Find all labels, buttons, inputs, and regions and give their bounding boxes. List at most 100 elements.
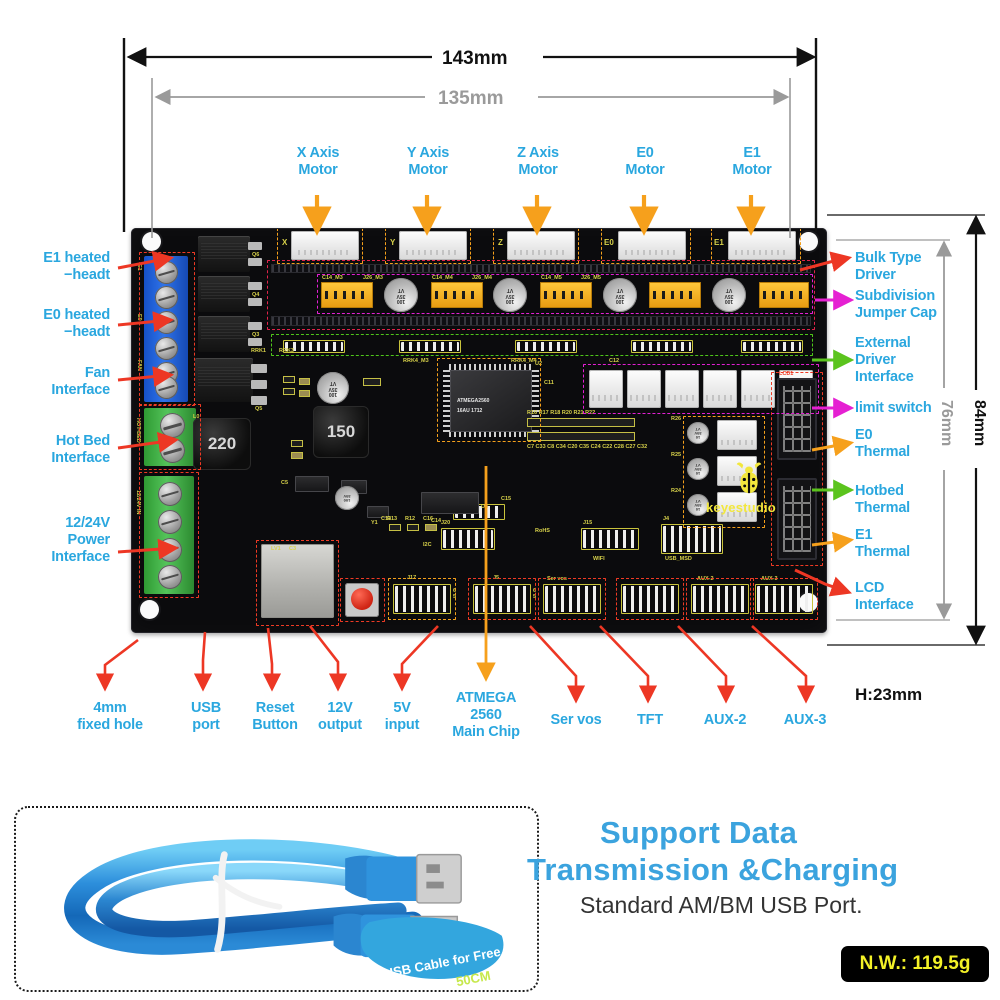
highlight-external-driver (271, 334, 813, 356)
net-weight-badge: N.W.: 119.5g (841, 946, 989, 982)
jumper-cap-y[interactable] (431, 282, 483, 308)
lcd-idc-connector-2 (777, 478, 817, 560)
external-driver-header-3 (515, 340, 577, 353)
mosfet-pad (248, 298, 262, 306)
keyestudio-wordmark: keyestudio (706, 500, 776, 515)
silk-5v: 65 (533, 588, 537, 600)
silk-r12: R12 (405, 516, 416, 522)
silk-r25: R25 (671, 452, 682, 458)
label-bulk-type-driver: Bulk Type Driver (855, 250, 922, 284)
silk-motor-y: Y (390, 238, 396, 247)
label-e0-motor: E0 Motor (625, 145, 665, 179)
label-5v-input: 5V input (384, 700, 420, 734)
soic-chip-small (341, 480, 367, 494)
smd-resistor-row (527, 418, 635, 427)
highlight-motor-y (385, 228, 471, 264)
silk-l0: L0 (193, 414, 200, 420)
terminal-screw (155, 261, 178, 284)
limit-switch-conn-2 (627, 370, 661, 408)
header-j15-wifi[interactable] (581, 528, 639, 550)
thermistor-conn-e1 (717, 492, 757, 522)
highlight-motor-e1 (711, 228, 801, 264)
silk-j4: J4 (663, 516, 670, 522)
highlight-jumper-caps (317, 274, 813, 314)
mosfet-pad (248, 242, 262, 250)
label-fixed-hole: 4mm fixed hole (77, 700, 143, 734)
crystal-y1 (367, 506, 389, 518)
chip-pins-left (443, 370, 450, 432)
highlight-usb-port (256, 540, 339, 626)
highlight-hotbed-terminal (139, 404, 201, 470)
terminal-screw (158, 482, 182, 506)
dim-84mm: 84mm (971, 400, 988, 447)
mosfet-pad (248, 322, 262, 330)
jumper-cap-e1[interactable] (759, 282, 809, 308)
terminal-screw (158, 510, 182, 534)
silk-servos: Ser vos (547, 576, 567, 582)
smd-cap (425, 524, 437, 531)
terminal-screw (160, 438, 185, 463)
silk-r26: R26 (671, 416, 682, 422)
jumper-cap-x[interactable] (321, 282, 373, 308)
silk-wifi: WIFI (593, 556, 605, 562)
motor-connector-x (291, 231, 359, 260)
highlight-aux-3 (750, 578, 818, 620)
usb-port-connector[interactable] (261, 544, 334, 618)
usb-cable-photo-box: USB Cable for Free 50CM (14, 806, 539, 992)
header-5v-input[interactable] (473, 584, 531, 614)
mosfet-q6 (198, 236, 250, 272)
electrolytic-cap: 100 35V VT (712, 278, 746, 312)
lcd-idc-connector-1 (777, 378, 817, 460)
jumper-cap-e0[interactable] (649, 282, 701, 308)
silk-fan: FAN (136, 360, 142, 371)
dim-143mm: 143mm (442, 48, 508, 69)
header-12v-output[interactable] (393, 584, 451, 614)
dim-135mm: 135mm (438, 88, 504, 109)
silk-q4: Q4 (252, 292, 260, 298)
highlight-aux-2 (686, 578, 754, 620)
terminal-screw (158, 565, 182, 589)
cap-c9: 100 35V (335, 486, 359, 510)
silk-rrk4-m4: RRK4_M4 (511, 358, 537, 364)
silk-j26-m4: J26_M4 (472, 275, 492, 281)
silk-i2c: I2C (423, 542, 432, 548)
silk-motor-e0: E0 (604, 238, 614, 247)
mounting-hole-bottom-right (799, 593, 818, 612)
silk-c15: C15 (501, 496, 512, 502)
limit-switch-conn-3 (665, 370, 699, 408)
power-terminal (144, 476, 194, 594)
silk-c13: C13 (381, 516, 392, 522)
promo-headline-1: Support Data (600, 815, 798, 850)
silk-usb-msd: USB_MSD (665, 556, 692, 562)
mounting-hole-bottom-left (140, 600, 159, 619)
highlight-5v-input (468, 578, 536, 620)
header-j4-usb-msd[interactable] (661, 524, 723, 554)
header-aux-3[interactable] (755, 584, 813, 614)
jumper-cap-z[interactable] (540, 282, 592, 308)
promo-subline: Standard AM/BM USB Port. (580, 892, 863, 918)
motor-connector-e0 (618, 231, 686, 260)
mosfet-pad (248, 282, 262, 290)
label-tft: TFT (637, 712, 663, 728)
dim-76mm: 76mm (938, 400, 955, 447)
silk-c14-m5: C14_M5 (541, 275, 562, 281)
reset-button-switch[interactable] (345, 583, 379, 617)
silk-lv1: LV1 (271, 546, 281, 552)
header-aux-2[interactable] (691, 584, 749, 614)
silk-u3: U3 (481, 504, 489, 510)
diagram-root: E1 E0 FAN HOT-BED 12/24V IN Q6 Q4 Q3 Q5 … (0, 0, 1000, 1000)
header-j20-i2c[interactable] (441, 528, 495, 550)
silk-aux-2: AUX-2 (697, 576, 714, 582)
silk-rrk3: RRK3 (279, 348, 294, 354)
header-j18[interactable] (453, 504, 505, 520)
silk-q3: Q3 (252, 332, 260, 338)
terminal-screw (155, 362, 178, 385)
label-aux-3: AUX-3 (783, 712, 827, 728)
inductor-150: 150 (313, 406, 369, 458)
header-servos[interactable] (543, 584, 601, 614)
thermistor-conn-hotbed (717, 456, 757, 486)
silk-power: 12/24V IN (135, 490, 141, 515)
terminal-screw (155, 286, 178, 309)
label-x-axis-motor: X Axis Motor (296, 145, 340, 179)
header-tft[interactable] (621, 584, 679, 614)
